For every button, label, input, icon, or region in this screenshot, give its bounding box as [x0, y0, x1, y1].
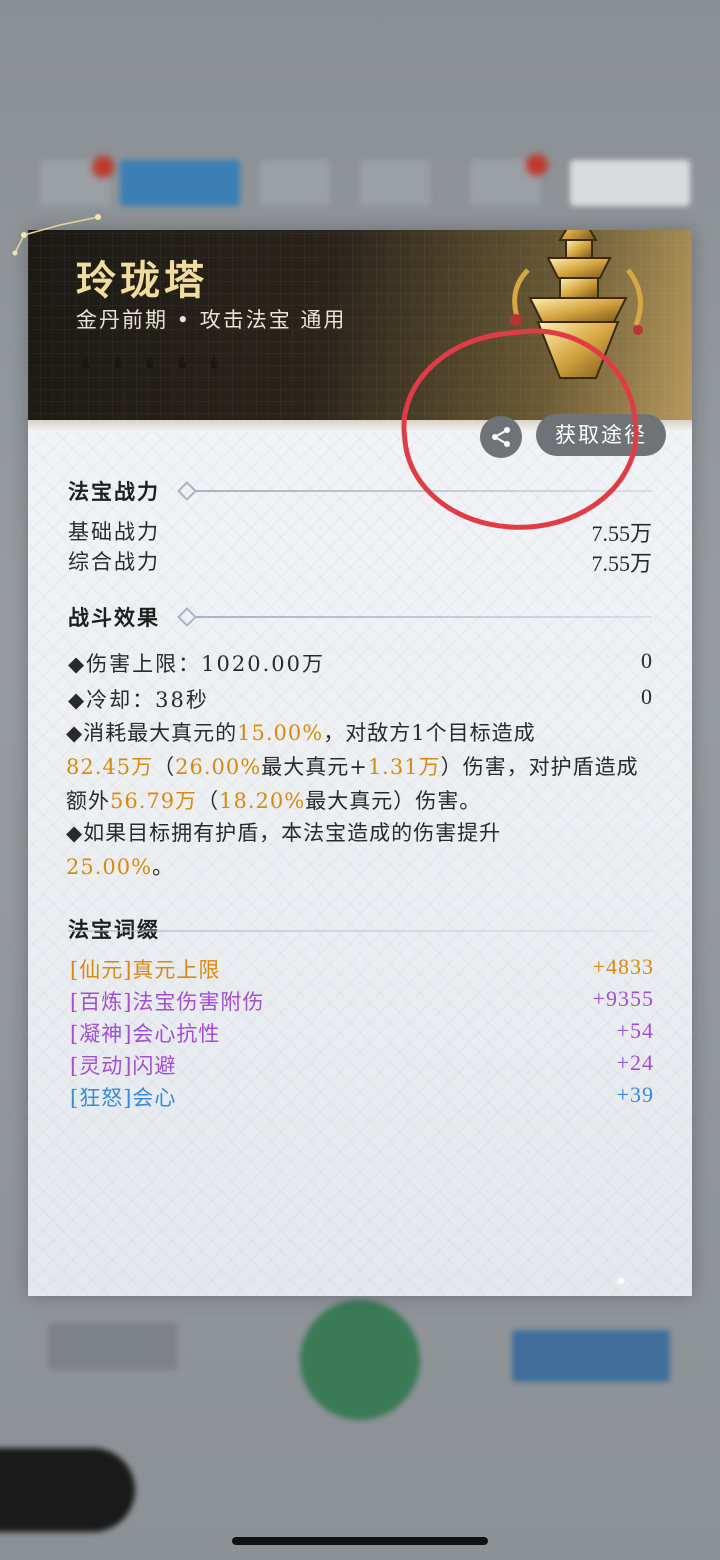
affix-value: +39 — [616, 1082, 654, 1107]
background-tab-bar — [40, 154, 690, 210]
cooldown-value: 0 — [641, 684, 652, 709]
section-ornament — [177, 607, 197, 627]
affix-row: [凝神]会心抗性 +54 — [70, 1018, 654, 1048]
affix-value: +24 — [616, 1050, 654, 1075]
sparkle-decoration — [618, 1278, 624, 1284]
section-ornament — [177, 481, 197, 501]
damage-cap-value: 0 — [641, 648, 652, 673]
cooldown-label: ◆冷却：38秒 — [68, 688, 209, 712]
background-left-text — [48, 1322, 178, 1370]
section-divider — [196, 616, 652, 618]
effect-description-1: ◆消耗最大真元的15.00%，对敌方1个目标造成 82.45万（26.00%最大真… — [66, 721, 639, 813]
affix-value: +54 — [616, 1018, 654, 1043]
affix-value: +4833 — [592, 954, 654, 979]
star-rating: ❛ ❛ ❛ ❛ ❛ — [80, 351, 234, 391]
empty-star-icon: ❛ — [144, 351, 155, 391]
item-subtitle: 金丹前期 • 攻击法宝 通用 — [76, 308, 347, 332]
empty-star-icon: ❛ — [112, 351, 123, 391]
damage-cap-label: ◆伤害上限：1020.00万 — [68, 652, 325, 676]
affix-label: [百炼]法宝伤害附伤 — [70, 990, 265, 1014]
affix-row: [灵动]闪避 +24 — [70, 1050, 654, 1080]
affix-label: [灵动]闪避 — [70, 1054, 177, 1078]
power-section-title: 法宝战力 — [68, 479, 160, 504]
empty-star-icon: ❛ — [80, 351, 91, 391]
home-indicator[interactable] — [232, 1537, 488, 1545]
empty-star-icon: ❛ — [176, 351, 187, 391]
base-power-label: 基础战力 — [68, 520, 160, 544]
affix-row: [仙元]真元上限 +4833 — [70, 954, 654, 984]
affix-label: [凝神]会心抗性 — [70, 1022, 221, 1046]
affix-label: [仙元]真元上限 — [70, 958, 221, 982]
affix-section-title: 法宝词缀 — [68, 917, 160, 942]
item-name: 玲珑塔 — [76, 257, 208, 304]
section-divider — [68, 930, 652, 932]
total-power-label: 综合战力 — [68, 550, 160, 574]
affix-label: [狂怒]会心 — [70, 1086, 177, 1110]
affix-value: +9355 — [592, 986, 654, 1011]
effects-section-title: 战斗效果 — [68, 605, 160, 630]
background-corner-panel — [0, 1448, 135, 1532]
empty-star-icon: ❛ — [208, 351, 219, 391]
background-circle-button — [300, 1300, 420, 1420]
affix-row: [百炼]法宝伤害附伤 +9355 — [70, 986, 654, 1016]
background-blue-button — [512, 1330, 670, 1382]
effect-description-2: ◆如果目标拥有护盾，本法宝造成的伤害提升 25.00%。 — [66, 821, 502, 879]
base-power-value: 7.55万 — [591, 521, 652, 546]
total-power-value: 7.55万 — [591, 551, 652, 576]
affix-row: [狂怒]会心 +39 — [70, 1082, 654, 1112]
